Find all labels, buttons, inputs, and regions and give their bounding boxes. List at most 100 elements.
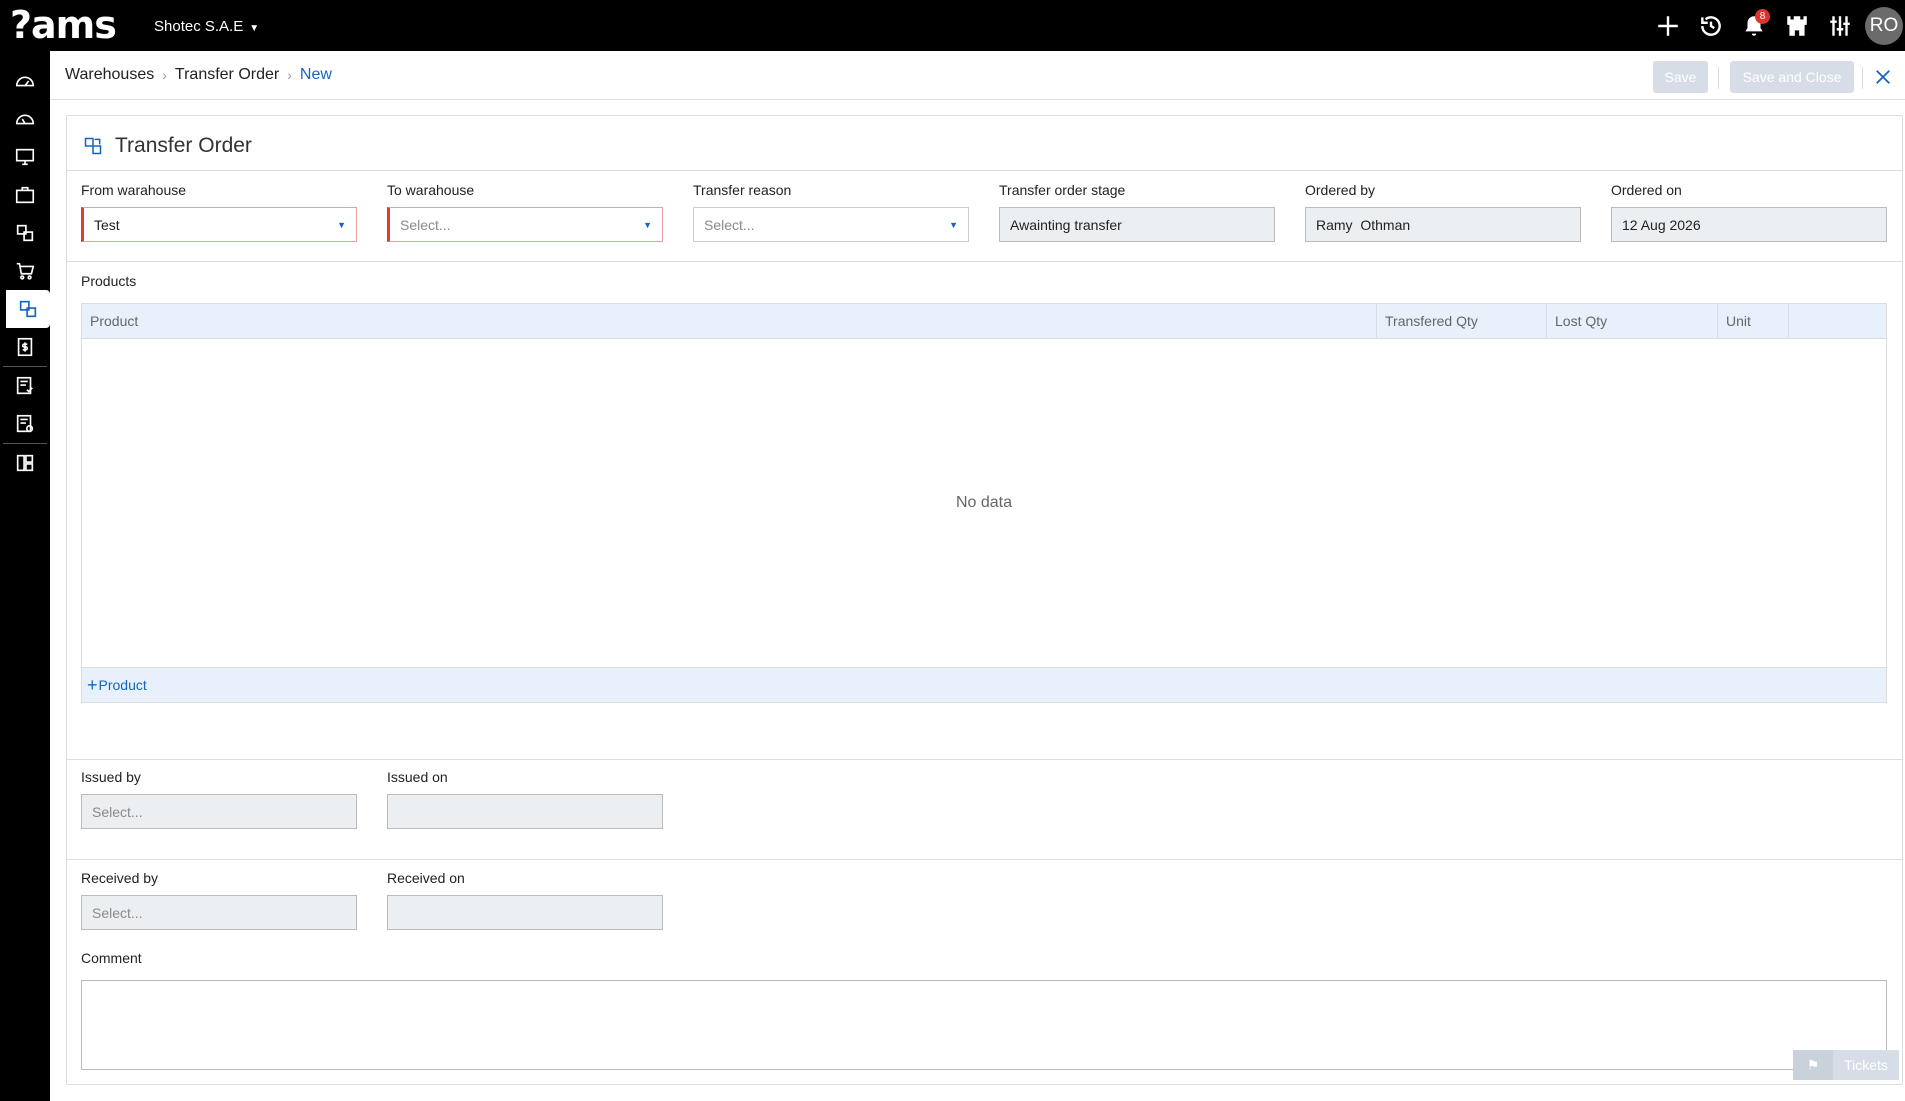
sidebar-item-dashboard[interactable] (0, 62, 50, 100)
app-logo[interactable]: ?ams (10, 5, 117, 45)
dropdown-arrow-icon: ▼ (643, 219, 652, 230)
form-title-text: Transfer Order (115, 134, 252, 157)
tickets-label: Tickets (1833, 1050, 1899, 1080)
products-grid: Product Transfered Qty Lost Qty Unit No … (81, 303, 1887, 703)
add-product-button[interactable]: + Product (82, 667, 1886, 702)
ordered-on-text: 12 Aug 2026 (1622, 216, 1701, 233)
products-label: Products (81, 273, 137, 289)
toolbar-divider (1862, 67, 1863, 89)
sidebar (0, 51, 50, 1101)
transfer-reason-select[interactable]: Select... ▼ (693, 207, 969, 242)
transfer-icon (16, 224, 34, 242)
form-title: Transfer Order (83, 134, 252, 158)
column-header-unit[interactable]: Unit (1718, 304, 1789, 339)
notification-badge: 8 (1755, 9, 1770, 24)
grid-header: Product Transfered Qty Lost Qty Unit (82, 304, 1886, 339)
briefcase-icon (15, 186, 35, 204)
sidebar-item-reports[interactable] (0, 405, 50, 443)
save-and-close-button[interactable]: Save and Close (1730, 61, 1854, 93)
received-on-input (387, 895, 663, 930)
transfer-order-icon (84, 137, 102, 155)
breadcrumb-transfer-order[interactable]: Transfer Order (175, 66, 279, 84)
ordered-by-value: Ramy Othman (1305, 207, 1581, 242)
toolbar-divider (1718, 67, 1719, 89)
grid-empty-state: No data (82, 339, 1886, 667)
top-actions: 8 RO (1646, 0, 1905, 51)
issued-by-label: Issued by (81, 769, 141, 785)
transfer-stage-label: Transfer order stage (999, 182, 1126, 198)
column-header-product[interactable]: Product (82, 304, 1377, 339)
history-icon[interactable] (1689, 0, 1732, 51)
comment-label: Comment (81, 950, 142, 966)
close-icon[interactable] (1868, 62, 1898, 92)
ordered-by-text: Ramy Othman (1316, 216, 1411, 233)
column-header-lost-qty[interactable]: Lost Qty (1547, 304, 1718, 339)
column-header-actions (1789, 304, 1886, 339)
to-warehouse-label: To warahouse (387, 182, 475, 198)
from-warehouse-select[interactable]: Test ▼ (81, 207, 357, 242)
sidebar-item-monitor[interactable] (0, 138, 50, 176)
issued-on-input (387, 794, 663, 829)
received-by-field: Received by Select... (81, 870, 357, 930)
divider (67, 859, 1902, 860)
transfer-stage-field: Transfer order stage Awainting transfer (999, 182, 1275, 242)
list-settings-icon (16, 414, 34, 433)
ordered-on-label: Ordered on (1611, 182, 1682, 198)
from-warehouse-field: From warahouse Test ▼ (81, 182, 357, 242)
comment-field: Comment (81, 950, 357, 975)
breadcrumb-warehouses[interactable]: Warehouses (65, 66, 154, 84)
add-product-label: Product (98, 677, 147, 693)
invoice-dollar-icon (17, 337, 33, 357)
from-warehouse-label: From warahouse (81, 182, 187, 198)
breadcrumb: Warehouses › Transfer Order › New Save S… (50, 51, 1905, 100)
divider (67, 759, 1902, 760)
received-by-label: Received by (81, 870, 159, 886)
tickets-widget[interactable]: ⚑ Tickets (1793, 1050, 1899, 1080)
speedometer-icon (15, 76, 35, 87)
company-switcher[interactable]: Shotec S.A.E ▼ (154, 18, 259, 35)
sidebar-item-dashboard-2[interactable] (0, 100, 50, 138)
sidebar-item-briefcase[interactable] (0, 176, 50, 214)
user-avatar[interactable]: RO (1865, 6, 1903, 45)
ordered-on-field: Ordered on 12 Aug 2026 (1611, 182, 1887, 242)
settings-sliders-icon[interactable] (1818, 0, 1861, 51)
monitor-icon (15, 148, 35, 166)
received-on-field: Received on (387, 870, 663, 930)
transfer-reason-placeholder: Select... (704, 216, 755, 233)
comment-textarea[interactable] (81, 980, 1887, 1070)
dropdown-arrow-icon: ▼ (949, 219, 958, 230)
sidebar-item-billing[interactable] (0, 328, 50, 366)
transfer-order-form: Transfer Order From warahouse Test ▼ To … (66, 115, 1903, 1085)
sidebar-item-modules[interactable] (0, 444, 50, 482)
sidebar-item-approvals[interactable] (0, 367, 50, 405)
notifications-bell-icon[interactable]: 8 (1732, 0, 1775, 51)
ordered-by-label: Ordered by (1305, 182, 1376, 198)
to-warehouse-select[interactable]: Select... ▼ (387, 207, 663, 242)
transfer-reason-field: Transfer reason Select... ▼ (693, 182, 969, 242)
add-icon[interactable] (1646, 0, 1689, 51)
sidebar-item-cart[interactable] (0, 252, 50, 290)
received-on-label: Received on (387, 870, 465, 886)
transfer-reason-label: Transfer reason (693, 182, 792, 198)
sidebar-item-warehouses[interactable] (6, 290, 50, 328)
top-bar: ?ams Shotec S.A.E ▼ 8 RO (0, 0, 1905, 51)
ordered-by-field: Ordered by Ramy Othman (1305, 182, 1581, 242)
divider (67, 261, 1902, 262)
castle-icon[interactable] (1775, 0, 1818, 51)
sidebar-item-transfer[interactable] (0, 214, 50, 252)
chevron-right-icon: › (162, 67, 167, 83)
issued-on-label: Issued on (387, 769, 448, 785)
grid-modules-icon (16, 454, 34, 472)
column-header-transfered-qty[interactable]: Transfered Qty (1377, 304, 1547, 339)
plus-icon: + (87, 674, 98, 695)
received-by-select: Select... (81, 895, 357, 930)
checked-list-icon (16, 376, 33, 395)
caret-down-icon: ▼ (249, 22, 260, 34)
flag-icon: ⚑ (1793, 1050, 1833, 1080)
breadcrumb-current: New (299, 66, 332, 83)
issued-by-select: Select... (81, 794, 357, 829)
transfer-stage-value: Awainting transfer (999, 207, 1275, 242)
dropdown-arrow-icon: ▼ (337, 219, 346, 230)
save-button[interactable]: Save (1653, 61, 1708, 93)
issued-by-placeholder: Select... (92, 803, 143, 820)
